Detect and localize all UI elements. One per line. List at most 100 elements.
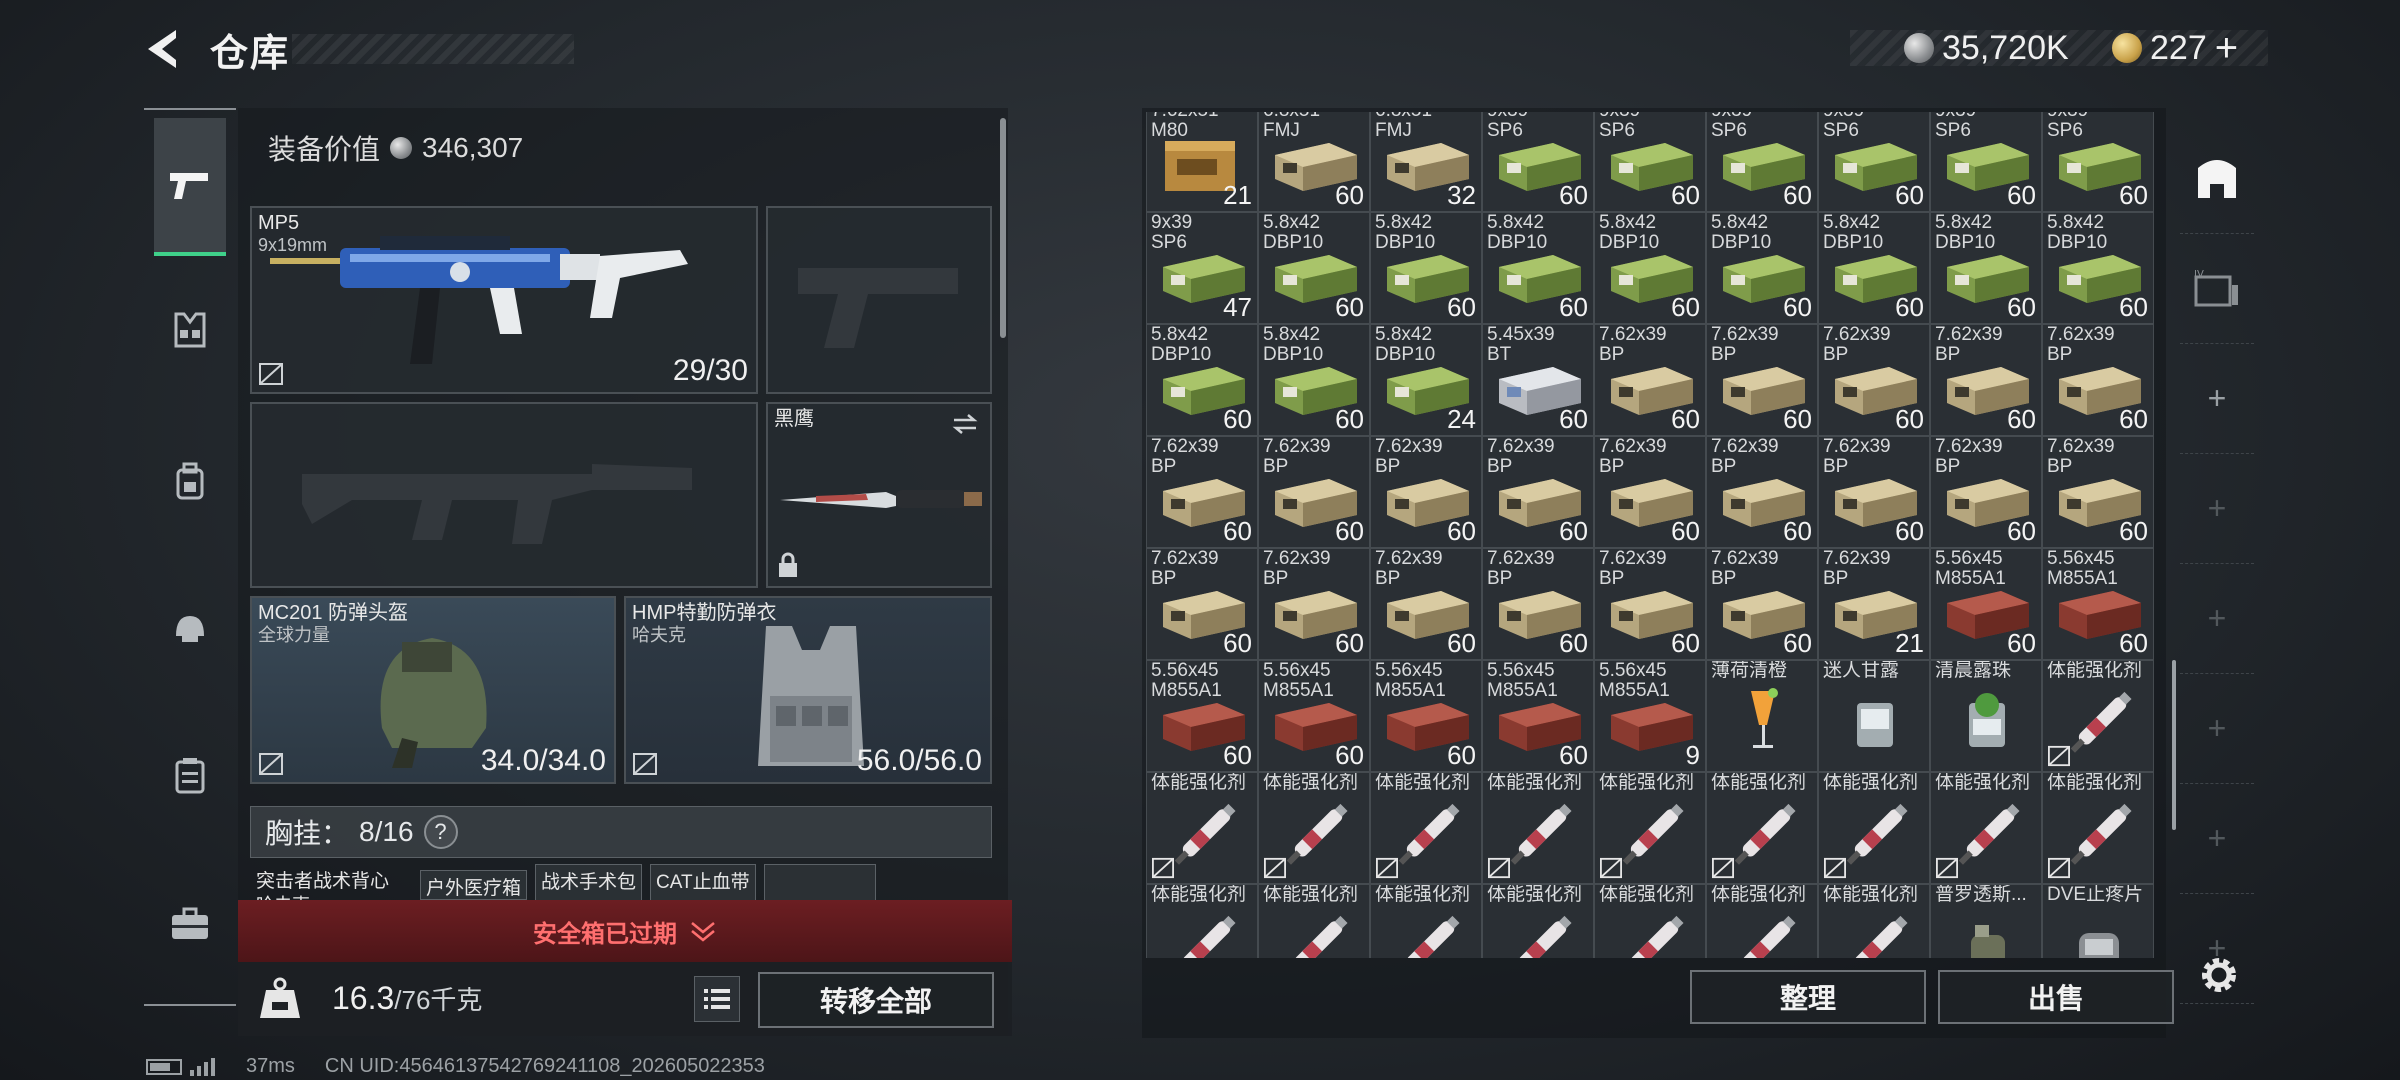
storage-item[interactable]: 5.56x45 M855A1 60: [1146, 660, 1258, 772]
safe-box-expired-banner[interactable]: 安全箱已过期: [238, 900, 1012, 962]
chest-rig-bar[interactable]: 胸挂： 8/16 ?: [250, 806, 992, 858]
transfer-all-button[interactable]: 转移全部: [758, 972, 994, 1028]
chest-item[interactable]: CAT止血带: [650, 864, 756, 902]
storage-tab-secondary[interactable]: IV: [2180, 234, 2254, 344]
armor-slot[interactable]: HMP特勤防弹衣 哈夫克 56.0/56.0: [624, 596, 992, 784]
storage-item[interactable]: 体能强化剂: [1370, 772, 1482, 884]
storage-item[interactable]: 7.62x39 BP 60: [1818, 324, 1930, 436]
storage-item[interactable]: 清晨露珠: [1930, 660, 2042, 772]
storage-item[interactable]: 5.8x42 DBP10 60: [2042, 212, 2154, 324]
storage-tab-add[interactable]: +: [2180, 674, 2254, 784]
storage-item[interactable]: 迷人甘露: [1818, 660, 1930, 772]
storage-item[interactable]: 7.62x39 BP 21: [1818, 548, 1930, 660]
storage-tab-add[interactable]: +: [2180, 564, 2254, 674]
category-helmet[interactable]: [154, 592, 226, 664]
storage-item[interactable]: 7.62x39 BP 60: [1706, 548, 1818, 660]
storage-item[interactable]: 体能强化剂: [1930, 772, 2042, 884]
storage-scrollbar[interactable]: [2172, 660, 2176, 830]
list-view-button[interactable]: [694, 976, 740, 1022]
storage-item[interactable]: 体能强化剂: [1258, 772, 1370, 884]
storage-item[interactable]: 9x39 SP6 60: [1706, 112, 1818, 212]
storage-item[interactable]: 5.8x42 DBP10 60: [1818, 212, 1930, 324]
storage-item[interactable]: 薄荷清橙: [1706, 660, 1818, 772]
storage-item[interactable]: 7.62x39 BP 60: [1706, 324, 1818, 436]
equipment-scrollbar[interactable]: [1000, 118, 1006, 338]
storage-item[interactable]: 7.62x39 BP 60: [1594, 436, 1706, 548]
chest-item[interactable]: 战术手术包: [535, 864, 643, 902]
storage-item[interactable]: 9x39 SP6 60: [1594, 112, 1706, 212]
storage-item[interactable]: 体能强化剂: [1370, 884, 1482, 958]
category-toolbox[interactable]: [154, 888, 226, 960]
storage-item[interactable]: 7.62x39 BP 60: [1594, 548, 1706, 660]
storage-item[interactable]: 7.62x39 BP 60: [1818, 436, 1930, 548]
storage-item[interactable]: 5.56x45 M855A1 9: [1594, 660, 1706, 772]
storage-item[interactable]: DVE止疼片: [2042, 884, 2154, 958]
storage-item[interactable]: 9x39 SP6 60: [2042, 112, 2154, 212]
storage-item[interactable]: 体能强化剂: [2042, 772, 2154, 884]
storage-item[interactable]: 体能强化剂: [1594, 772, 1706, 884]
storage-tab-main[interactable]: [2180, 124, 2254, 234]
storage-item[interactable]: 5.8x42 DBP10 60: [1594, 212, 1706, 324]
storage-item[interactable]: 5.8x42 DBP10 60: [1482, 212, 1594, 324]
storage-item[interactable]: 7.62x51 M80 21: [1146, 112, 1258, 212]
add-currency-button[interactable]: +: [2215, 26, 2238, 71]
category-chest-rig[interactable]: [154, 294, 226, 366]
storage-item[interactable]: 7.62x39 BP 60: [1258, 436, 1370, 548]
storage-item[interactable]: 7.62x39 BP 60: [1594, 324, 1706, 436]
sort-button[interactable]: 整理: [1690, 970, 1926, 1024]
category-medical[interactable]: [154, 740, 226, 812]
category-backpack[interactable]: [154, 446, 226, 518]
storage-item[interactable]: 体能强化剂: [1706, 884, 1818, 958]
storage-tab-add[interactable]: +: [2180, 344, 2254, 454]
storage-item[interactable]: 体能强化剂: [1482, 772, 1594, 884]
storage-item[interactable]: 7.62x39 BP 60: [1146, 436, 1258, 548]
storage-item[interactable]: 6.8x51 FMJ 60: [1258, 112, 1370, 212]
storage-item[interactable]: 9x39 SP6 60: [1930, 112, 2042, 212]
chest-item[interactable]: 突击者战术背心 哈夫克: [252, 864, 412, 915]
storage-item[interactable]: 体能强化剂: [1146, 772, 1258, 884]
storage-item[interactable]: 5.56x45 M855A1 60: [1258, 660, 1370, 772]
pistol-slot[interactable]: [766, 206, 992, 394]
storage-item[interactable]: 体能强化剂: [1594, 884, 1706, 958]
storage-item[interactable]: 5.8x42 DBP10 24: [1370, 324, 1482, 436]
storage-item[interactable]: 7.62x39 BP 60: [1370, 436, 1482, 548]
storage-item[interactable]: 7.62x39 BP 60: [1258, 548, 1370, 660]
settings-button[interactable]: [2196, 952, 2242, 998]
chest-item-empty[interactable]: [763, 864, 876, 902]
secondary-weapon-slot[interactable]: [250, 402, 758, 588]
back-button[interactable]: [142, 26, 188, 72]
primary-weapon-slot[interactable]: MP5 9x19mm 29/30: [250, 206, 758, 394]
storage-item[interactable]: 体能强化剂: [1706, 772, 1818, 884]
storage-item[interactable]: 5.8x42 DBP10 60: [1370, 212, 1482, 324]
storage-item[interactable]: 普罗透斯...: [1930, 884, 2042, 958]
storage-item[interactable]: 7.62x39 BP 60: [1370, 548, 1482, 660]
storage-item[interactable]: 体能强化剂: [1258, 884, 1370, 958]
storage-item[interactable]: 7.62x39 BP 60: [2042, 436, 2154, 548]
storage-item[interactable]: 体能强化剂: [1146, 884, 1258, 958]
storage-item[interactable]: 7.62x39 BP 60: [1146, 548, 1258, 660]
storage-item[interactable]: 6.8x51 FMJ 32: [1370, 112, 1482, 212]
sell-button[interactable]: 出售: [1938, 970, 2174, 1024]
storage-item[interactable]: 9x39 SP6 60: [1818, 112, 1930, 212]
storage-item[interactable]: 5.8x42 DBP10 60: [1706, 212, 1818, 324]
storage-item[interactable]: 5.45x39 BT 60: [1482, 324, 1594, 436]
gold-currency[interactable]: 227 +: [2112, 26, 2238, 70]
storage-item[interactable]: 5.8x42 DBP10 60: [1258, 324, 1370, 436]
storage-item[interactable]: 7.62x39 BP 60: [1930, 436, 2042, 548]
storage-item[interactable]: 5.56x45 M855A1 60: [1482, 660, 1594, 772]
category-weapons[interactable]: [154, 118, 226, 256]
storage-item[interactable]: 9x39 SP6 47: [1146, 212, 1258, 324]
storage-item[interactable]: 7.62x39 BP 60: [2042, 324, 2154, 436]
storage-item[interactable]: 体能强化剂: [2042, 660, 2154, 772]
swap-icon[interactable]: [950, 412, 980, 436]
storage-item[interactable]: 5.56x45 M855A1 60: [1930, 548, 2042, 660]
storage-item[interactable]: 7.62x39 BP 60: [1706, 436, 1818, 548]
helmet-slot[interactable]: MC201 防弹头盔 全球力量 34.0/34.0: [250, 596, 616, 784]
help-button[interactable]: ?: [423, 815, 458, 849]
storage-item[interactable]: 5.56x45 M855A1 60: [2042, 548, 2154, 660]
storage-item[interactable]: 7.62x39 BP 60: [1930, 324, 2042, 436]
storage-item[interactable]: 体能强化剂: [1818, 884, 1930, 958]
storage-tab-add[interactable]: +: [2180, 784, 2254, 894]
storage-item[interactable]: 体能强化剂: [1818, 772, 1930, 884]
storage-item[interactable]: 5.8x42 DBP10 60: [1258, 212, 1370, 324]
